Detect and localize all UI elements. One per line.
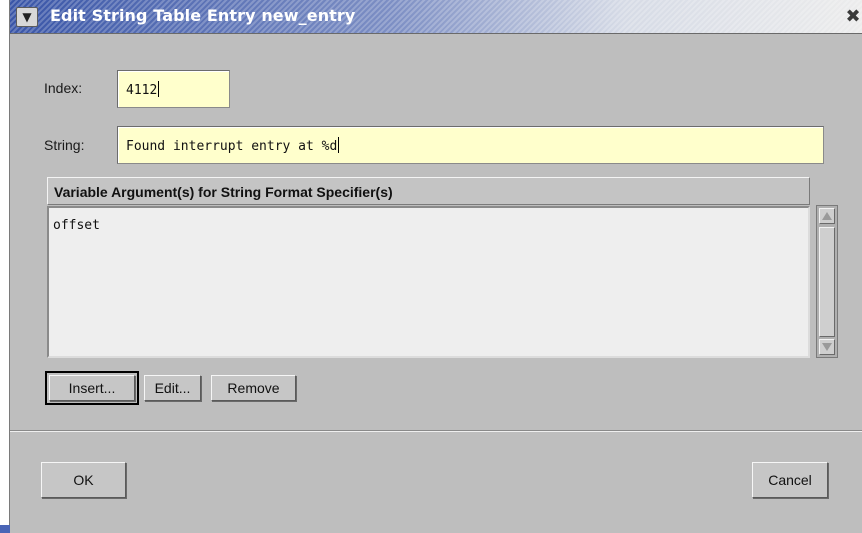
index-field[interactable]: 4112 bbox=[117, 70, 230, 108]
window-title: Edit String Table Entry new_entry bbox=[50, 6, 356, 25]
separator bbox=[10, 430, 862, 432]
string-value: Found interrupt entry at %d bbox=[126, 139, 338, 154]
scroll-up-arrow[interactable] bbox=[819, 208, 835, 224]
text-cursor bbox=[338, 137, 340, 153]
arguments-column-header[interactable]: Variable Argument(s) for String Format S… bbox=[47, 177, 810, 205]
cancel-button[interactable]: Cancel bbox=[752, 462, 828, 498]
chevron-down-icon: ▼ bbox=[22, 10, 32, 24]
edit-button[interactable]: Edit... bbox=[144, 375, 201, 401]
triangle-up-icon bbox=[822, 212, 832, 220]
remove-button[interactable]: Remove bbox=[211, 375, 296, 401]
scroll-thumb[interactable] bbox=[819, 227, 835, 337]
string-field[interactable]: Found interrupt entry at %d bbox=[117, 126, 824, 164]
title-bar[interactable]: ▼ Edit String Table Entry new_entry ✖ bbox=[10, 0, 862, 34]
close-icon: ✖ bbox=[845, 6, 861, 27]
text-cursor bbox=[158, 81, 160, 97]
close-button[interactable]: ✖ bbox=[843, 6, 862, 28]
dialog-window: ▼ Edit String Table Entry new_entry ✖ In… bbox=[9, 0, 862, 533]
list-item[interactable]: offset bbox=[53, 218, 100, 233]
string-label: String: bbox=[44, 137, 85, 153]
scroll-down-arrow[interactable] bbox=[819, 339, 835, 355]
arguments-scrollbar[interactable] bbox=[816, 205, 838, 358]
ok-button[interactable]: OK bbox=[41, 462, 126, 498]
insert-button[interactable]: Insert... bbox=[45, 371, 139, 405]
triangle-down-icon bbox=[822, 343, 832, 351]
window-menu-button[interactable]: ▼ bbox=[16, 7, 38, 27]
index-label: Index: bbox=[44, 80, 83, 96]
window-edge bbox=[0, 525, 10, 533]
index-value: 4112 bbox=[126, 83, 158, 98]
arguments-list[interactable]: offset bbox=[47, 206, 810, 358]
